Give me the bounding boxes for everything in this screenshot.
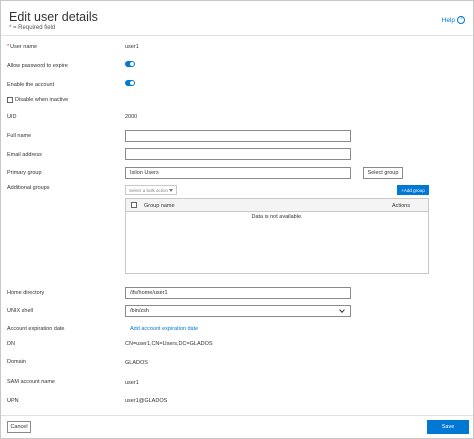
user-name-label: *User name — [7, 44, 38, 50]
sam-account-name-label: SAM account name — [7, 379, 55, 385]
column-actions: Actions — [391, 203, 410, 209]
user-name-value: user1 — [125, 44, 139, 50]
save-button[interactable]: Save — [427, 420, 469, 434]
allow-password-expire-label: Allow password to expire — [7, 63, 68, 69]
uid-label: UID — [7, 114, 17, 120]
home-directory-label: Home directory — [7, 290, 45, 296]
disable-when-inactive-label: Disable when inactive — [15, 97, 69, 103]
email-label: Email address — [7, 152, 42, 158]
home-directory-input[interactable] — [125, 287, 351, 299]
help-link[interactable]: Help ? — [442, 16, 465, 24]
disable-when-inactive-row[interactable]: Disable when inactive — [7, 97, 68, 103]
select-group-button[interactable]: Select group — [363, 167, 403, 179]
chevron-down-icon — [339, 307, 345, 313]
help-icon[interactable]: ? — [457, 16, 465, 24]
dn-label: DN — [7, 341, 15, 347]
select-all-checkbox[interactable] — [131, 202, 137, 208]
domain-label: Domain — [7, 359, 26, 365]
header-divider — [1, 35, 473, 36]
dialog-header: Edit user details * = Required field Hel… — [1, 1, 473, 35]
sam-account-name-value: user1 — [125, 380, 139, 386]
dropdown-arrow-icon — [169, 188, 173, 192]
table-header: Group name Actions — [126, 199, 428, 212]
column-group-name[interactable]: Group name — [144, 203, 175, 209]
uid-value: 2000 — [125, 114, 138, 120]
additional-groups-table: Group name Actions Data is not available… — [125, 198, 429, 274]
disable-when-inactive-checkbox[interactable] — [7, 97, 13, 103]
full-name-input[interactable] — [125, 130, 351, 142]
edit-user-dialog: Edit user details * = Required field Hel… — [0, 0, 474, 439]
table-empty-message: Data is not available. — [251, 214, 303, 220]
primary-group-label: Primary group — [7, 170, 42, 176]
add-expiration-date-link[interactable]: Add account expiration date — [130, 326, 198, 332]
full-name-label: Full name — [7, 133, 32, 139]
page-title: Edit user details — [9, 10, 98, 24]
enable-account-label: Enable the account — [7, 82, 55, 88]
additional-groups-label: Additional groups — [7, 185, 50, 191]
cancel-button[interactable]: Cancel — [7, 421, 31, 433]
unix-shell-label: UNIX shell — [7, 308, 33, 314]
dn-value: CN=user1,CN=Users,DC=GLADOS — [125, 341, 213, 347]
required-field-note: * = Required field — [9, 25, 56, 31]
email-input[interactable] — [125, 148, 351, 160]
bulk-action-select[interactable]: Select a bulk action — [125, 185, 177, 195]
dialog-footer: Cancel Save — [1, 415, 473, 438]
unix-shell-select[interactable]: /bin/zsh — [125, 305, 351, 317]
account-expiration-label: Account expiration date — [7, 326, 65, 332]
enable-account-toggle[interactable] — [125, 80, 135, 86]
upn-value: user1@GLADOS — [125, 398, 168, 404]
allow-password-expire-toggle[interactable] — [125, 61, 135, 67]
primary-group-input[interactable] — [125, 167, 351, 179]
domain-value: GLADOS — [125, 360, 148, 366]
add-group-button[interactable]: +Add group — [397, 185, 429, 195]
upn-label: UPN — [7, 398, 19, 404]
